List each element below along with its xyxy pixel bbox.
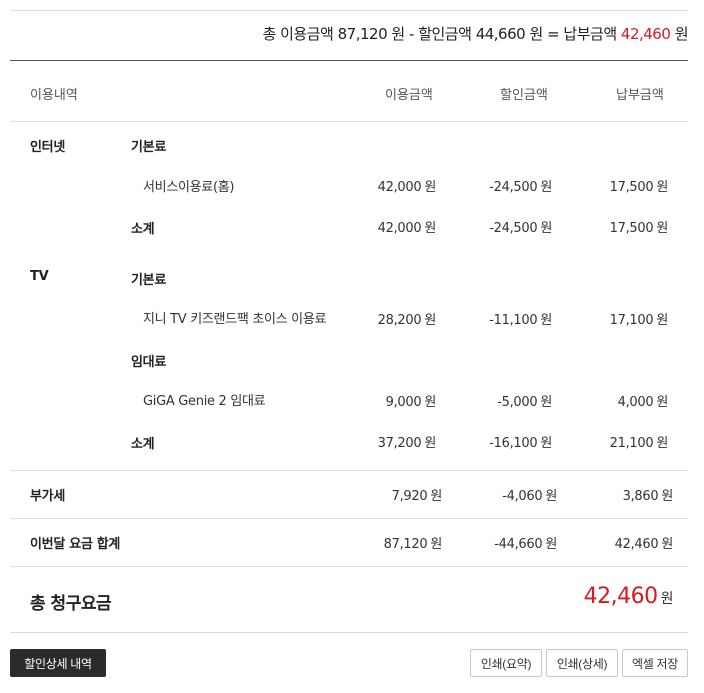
tv-group-basic: 기본료 <box>131 273 166 288</box>
header-usage-details: 이용내역 <box>30 88 78 103</box>
summary-discount-unit: 원 <box>529 25 543 43</box>
tv-item2-pay: 4,000 원 <box>617 395 669 410</box>
internet-subtotal-discount: -24,500 원 <box>489 221 552 236</box>
tv-subtotal-discount: -16,100 원 <box>489 436 552 451</box>
summary-pay-unit: 원 <box>674 25 689 43</box>
summary-total-unit: 원 <box>391 25 405 43</box>
summary-equals: = <box>547 25 560 43</box>
tv-item1-discount: -11,100 원 <box>489 313 552 328</box>
month-total-discount: -44,660 원 <box>494 537 557 552</box>
tv-subtotal-use: 37,200 원 <box>377 436 437 451</box>
vat-label: 부가세 <box>30 489 65 504</box>
vat-discount: -4,060 원 <box>502 489 557 504</box>
excel-save-button[interactable]: 엑셀 저장 <box>622 649 688 677</box>
section-divider <box>10 518 688 519</box>
internet-item-use: 42,000 원 <box>377 180 437 195</box>
tv-item1-use: 28,200 원 <box>377 313 437 328</box>
month-total-use: 87,120 원 <box>383 537 443 552</box>
summary-discount-value: 44,660 <box>475 25 526 43</box>
discount-detail-button[interactable]: 할인상세 내역 <box>10 649 106 677</box>
month-total-pay: 42,460 원 <box>614 537 674 552</box>
summary-total-value: 87,120 <box>337 25 388 43</box>
header-usage-amount: 이용금액 <box>385 88 433 103</box>
grand-total-value: 42,460 원 <box>583 584 674 609</box>
internet-subtotal-label: 소계 <box>131 222 155 237</box>
section-divider <box>10 470 688 471</box>
section-divider <box>10 566 688 567</box>
tv-group-rent: 임대료 <box>131 355 166 370</box>
category-tv: TV <box>30 269 49 284</box>
summary-pay-label: 납부금액 <box>563 25 617 43</box>
internet-item-discount: -24,500 원 <box>489 180 552 195</box>
header-divider <box>10 121 688 122</box>
tv-subtotal-pay: 21,100 원 <box>609 436 669 451</box>
summary-minus: - <box>409 25 414 43</box>
internet-item-name: 서비스이용료(홈) <box>143 180 235 195</box>
internet-item-pay: 17,500 원 <box>609 180 669 195</box>
internet-group-basic: 기본료 <box>131 140 166 155</box>
summary-total-label: 총 이용금액 <box>262 25 334 43</box>
tv-item2-discount: -5,000 원 <box>497 395 552 410</box>
summary-discount-label: 할인금액 <box>418 25 472 43</box>
tv-subtotal-label: 소계 <box>131 437 155 452</box>
header-discount-amount: 할인금액 <box>500 88 548 103</box>
grand-total-label: 총 청구요금 <box>30 594 112 614</box>
print-detail-button[interactable]: 인쇄(상세) <box>546 649 618 677</box>
bill-summary-bar: 총 이용금액 87,120 원 - 할인금액 44,660 원 = 납부금액 4… <box>10 10 689 61</box>
internet-subtotal-pay: 17,500 원 <box>609 221 669 236</box>
vat-use: 7,920 원 <box>391 489 443 504</box>
tv-item2-name: GiGA Genie 2 임대료 <box>143 394 266 409</box>
vat-pay: 3,860 원 <box>622 489 674 504</box>
summary-pay-value: 42,460 <box>620 25 671 43</box>
month-total-label: 이번달 요금 합계 <box>30 537 121 552</box>
tv-item1-name: 지니 TV 키즈랜드팩 초이스 이용료 <box>143 312 327 327</box>
print-summary-button[interactable]: 인쇄(요약) <box>470 649 542 677</box>
bill-summary-text: 총 이용금액 87,120 원 - 할인금액 44,660 원 = 납부금액 4… <box>262 23 689 44</box>
internet-subtotal-use: 42,000 원 <box>377 221 437 236</box>
section-divider <box>10 632 688 633</box>
tv-item2-use: 9,000 원 <box>385 395 437 410</box>
header-payment-amount: 납부금액 <box>616 88 664 103</box>
tv-item1-pay: 17,100 원 <box>609 313 669 328</box>
category-internet: 인터넷 <box>30 140 65 155</box>
